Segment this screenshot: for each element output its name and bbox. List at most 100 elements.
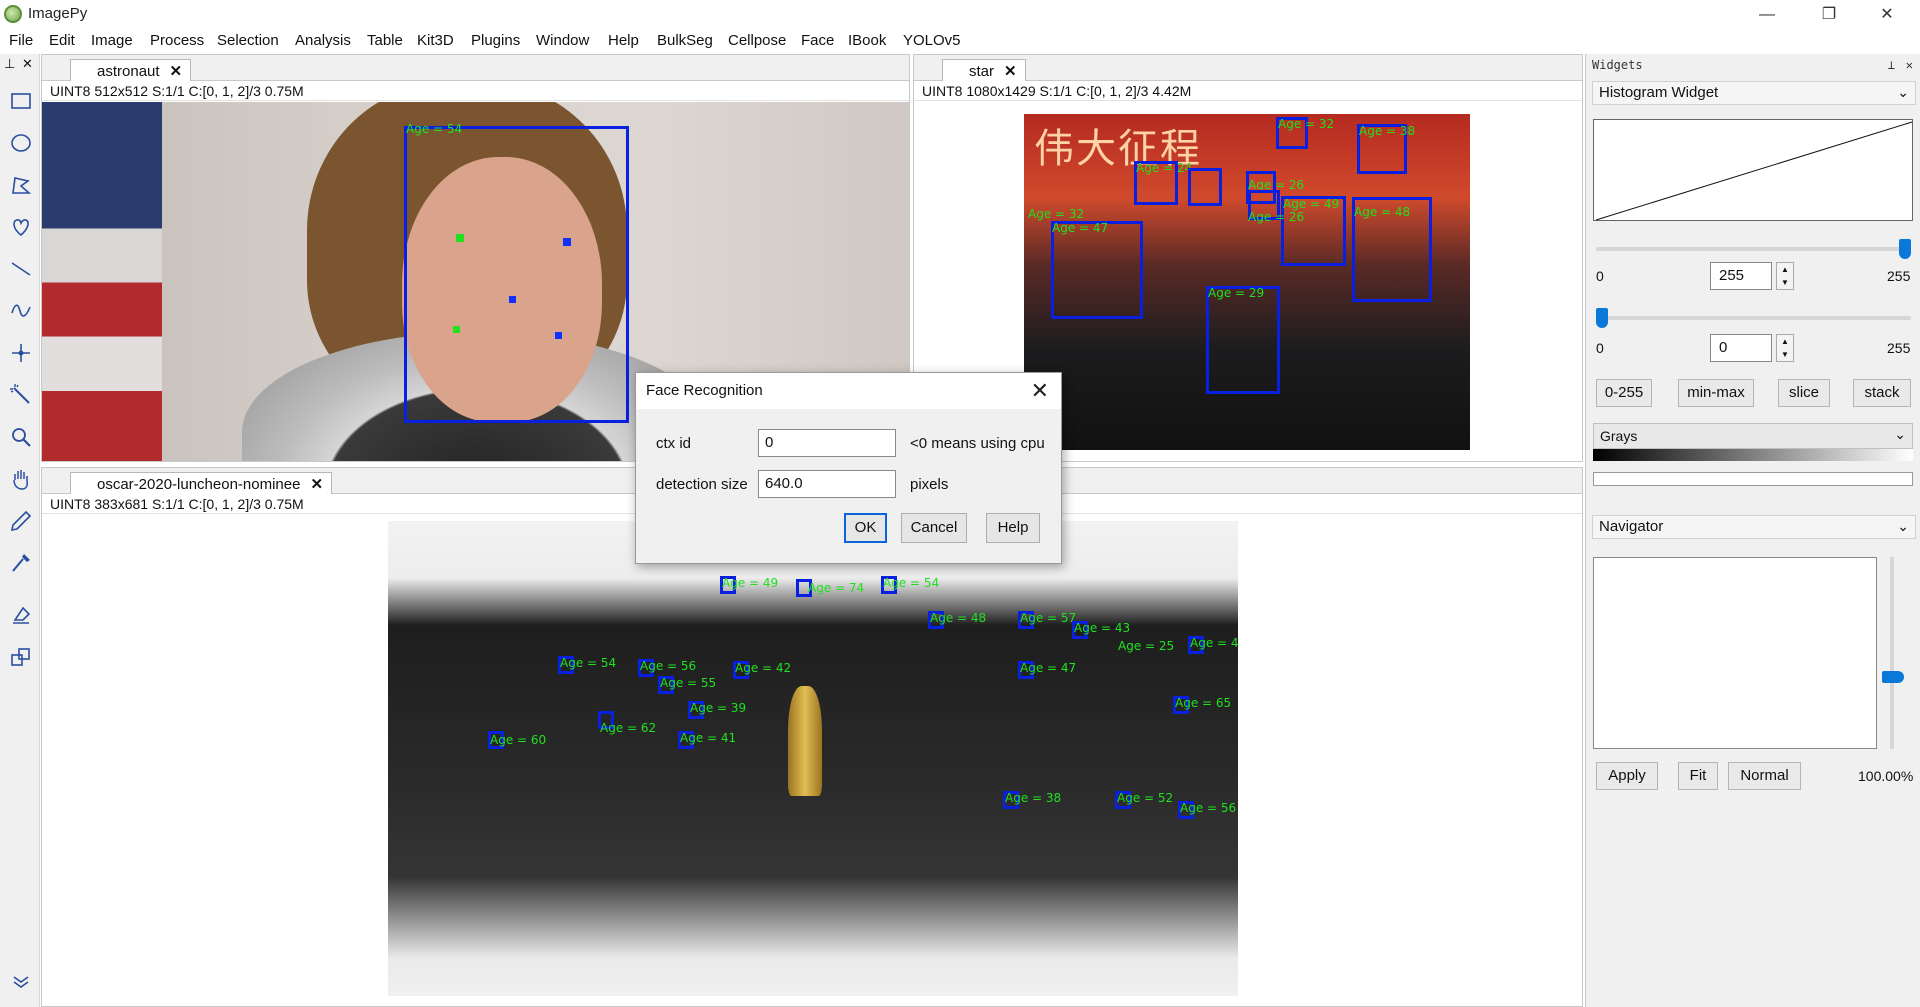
- age-label: Age = 55: [660, 676, 717, 690]
- help-button[interactable]: Help: [986, 513, 1040, 543]
- lut-range-bar[interactable]: [1593, 472, 1913, 486]
- menu-kit3d[interactable]: Kit3D: [417, 32, 454, 49]
- tool-bar: ⊥ ✕: [0, 54, 40, 1007]
- menu-selection[interactable]: Selection: [217, 32, 279, 49]
- landmark-mouth-left: [453, 326, 460, 333]
- slice-button[interactable]: slice: [1778, 379, 1830, 407]
- face-detection-box: [404, 126, 629, 423]
- close-tab-icon[interactable]: ✕: [310, 475, 323, 493]
- menu-analysis[interactable]: Analysis: [295, 32, 351, 49]
- range-0-255-button[interactable]: 0-255: [1596, 379, 1652, 407]
- pen-tool-icon[interactable]: [6, 506, 36, 536]
- apply-button[interactable]: Apply: [1596, 762, 1658, 790]
- tab-oscar-2020-luncheon-nominee[interactable]: oscar-2020-luncheon-nominee ✕: [70, 472, 333, 494]
- age-label: Age = 56: [1180, 801, 1237, 815]
- age-label: Age = 49: [722, 576, 779, 590]
- menu-cellpose[interactable]: Cellpose: [728, 32, 786, 49]
- more-tools-chevron-icon[interactable]: [6, 966, 36, 996]
- face-detection-box: [1051, 221, 1143, 319]
- normal-button[interactable]: Normal: [1728, 762, 1801, 790]
- min-slider-thumb[interactable]: [1596, 308, 1608, 328]
- menu-help[interactable]: Help: [608, 32, 639, 49]
- age-label: Age = 62: [600, 721, 657, 735]
- age-label: Age = 25: [1118, 639, 1175, 653]
- oscar-image[interactable]: Age = 49 Age = 74 Age = 54 Age = 48 Age …: [388, 521, 1238, 996]
- navigator-zoom-thumb[interactable]: [1882, 671, 1904, 683]
- min-slider[interactable]: [1586, 308, 1920, 328]
- age-label: Age = 24: [1136, 161, 1193, 175]
- menu-plugins[interactable]: Plugins: [471, 32, 520, 49]
- widgets-title: Widgets: [1592, 58, 1643, 72]
- min-max-button[interactable]: min-max: [1678, 379, 1754, 407]
- magic-wand-tool-icon[interactable]: [6, 380, 36, 410]
- max-slider[interactable]: [1586, 239, 1920, 259]
- toolbar-close-icon[interactable]: ✕: [22, 56, 33, 72]
- landmark-left-eye: [456, 234, 464, 242]
- close-tab-icon[interactable]: ✕: [170, 62, 183, 80]
- min-value-spin-arrows[interactable]: ▲ ▼: [1776, 334, 1794, 362]
- histogram-widget-header[interactable]: Histogram Widget ⌄: [1592, 81, 1916, 105]
- menu-ibook[interactable]: IBook: [848, 32, 886, 49]
- cancel-button[interactable]: Cancel: [901, 513, 967, 543]
- min-value-input[interactable]: 0: [1710, 334, 1772, 362]
- line-tool-icon[interactable]: [6, 254, 36, 284]
- min-slider-min-label: 0: [1596, 340, 1604, 356]
- menu-edit[interactable]: Edit: [49, 32, 75, 49]
- ellipse-tool-icon[interactable]: [6, 128, 36, 158]
- navigator-header[interactable]: Navigator ⌄: [1592, 515, 1916, 539]
- widgets-pin-icon[interactable]: ⊥: [1888, 58, 1895, 72]
- hand-tool-icon[interactable]: [6, 464, 36, 494]
- age-label: Age = 38: [1359, 124, 1416, 138]
- color-picker-tool-icon[interactable]: [6, 548, 36, 578]
- tab-star[interactable]: star ✕: [942, 59, 1026, 81]
- detection-size-input[interactable]: 640.0: [758, 470, 896, 498]
- max-value-input[interactable]: 255: [1710, 262, 1772, 290]
- toolbar-pin-icon[interactable]: ⊥: [4, 56, 15, 72]
- lut-dropdown[interactable]: Grays ⌄: [1593, 423, 1913, 449]
- detection-size-label: detection size: [656, 476, 748, 493]
- dialog-titlebar: Face Recognition ✕: [636, 373, 1061, 409]
- ctx-id-label: ctx id: [656, 435, 692, 452]
- navigator-preview[interactable]: [1593, 557, 1877, 749]
- maximize-button[interactable]: ❐: [1806, 2, 1852, 28]
- navigator-zoom-track[interactable]: [1890, 557, 1894, 749]
- face-recognition-dialog: Face Recognition ✕ ctx id 0 <0 means usi…: [635, 372, 1062, 564]
- point-tool-icon[interactable]: [6, 338, 36, 368]
- menu-process[interactable]: Process: [150, 32, 204, 49]
- star-image[interactable]: 伟大征程 Age = 47 Age = 29 Age = 48 Age = 49…: [1024, 114, 1470, 450]
- widgets-close-icon[interactable]: ✕: [1906, 58, 1913, 72]
- close-window-button[interactable]: ✕: [1864, 2, 1910, 28]
- transform-tool-icon[interactable]: [6, 642, 36, 672]
- zoom-tool-icon[interactable]: [6, 422, 36, 452]
- polygon-tool-icon[interactable]: [6, 170, 36, 200]
- polyline-tool-icon[interactable]: [6, 296, 36, 326]
- rectangle-tool-icon[interactable]: [6, 86, 36, 116]
- detection-size-unit: pixels: [910, 476, 949, 493]
- max-slider-min-label: 0: [1596, 268, 1604, 284]
- eraser-tool-icon[interactable]: [6, 600, 36, 630]
- menu-file[interactable]: File: [9, 32, 33, 49]
- tab-label: star: [969, 63, 995, 80]
- max-slider-thumb[interactable]: [1899, 239, 1911, 259]
- freehand-tool-icon[interactable]: [6, 212, 36, 242]
- dialog-close-icon[interactable]: ✕: [1031, 378, 1049, 404]
- menu-image[interactable]: Image: [91, 32, 133, 49]
- age-label: Age = 32: [1028, 207, 1085, 221]
- menu-yolov5[interactable]: YOLOv5: [903, 32, 961, 49]
- ctx-id-input[interactable]: 0: [758, 429, 896, 457]
- menu-table[interactable]: Table: [367, 32, 403, 49]
- close-tab-icon[interactable]: ✕: [1004, 62, 1017, 80]
- tab-astronaut[interactable]: astronaut ✕: [70, 59, 192, 81]
- stack-button[interactable]: stack: [1853, 379, 1911, 407]
- max-value-spin-arrows[interactable]: ▲ ▼: [1776, 262, 1794, 290]
- minimize-button[interactable]: —: [1744, 2, 1790, 28]
- age-label: Age = 54: [560, 656, 617, 670]
- fit-button[interactable]: Fit: [1678, 762, 1718, 790]
- menu-window[interactable]: Window: [536, 32, 589, 49]
- menu-face[interactable]: Face: [801, 32, 834, 49]
- menu-bulkseg[interactable]: BulkSeg: [657, 32, 713, 49]
- landmark-mouth-right: [555, 332, 562, 339]
- age-label: Age = 26: [1248, 210, 1305, 224]
- ok-button[interactable]: OK: [844, 513, 887, 543]
- image-info: UINT8 1080x1429 S:1/1 C:[0, 1, 2]/3 4.42…: [914, 81, 1582, 101]
